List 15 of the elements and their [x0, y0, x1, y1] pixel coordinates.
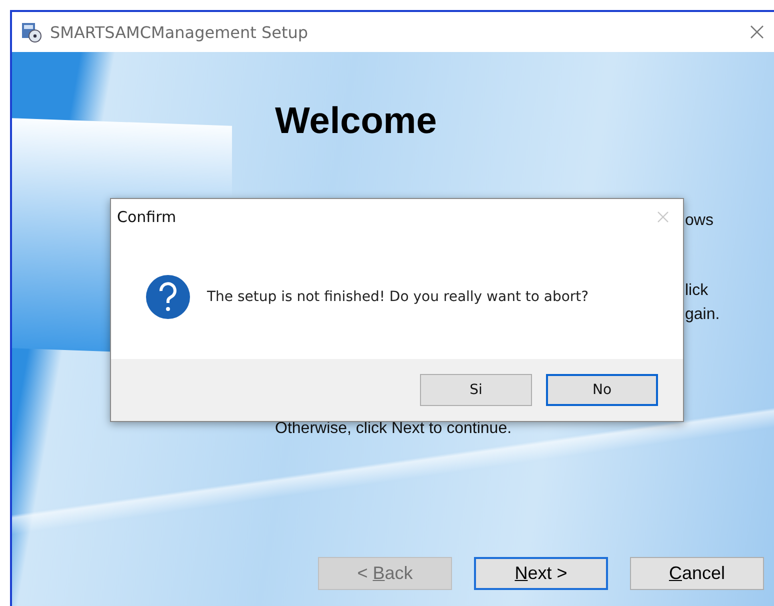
partly-hidden-text: ows	[685, 212, 714, 230]
dialog-button[interactable]: No	[546, 374, 658, 406]
window-title: SMARTSAMCManagement Setup	[50, 22, 310, 42]
installer-icon	[20, 21, 42, 43]
partly-hidden-text: lick	[685, 282, 710, 300]
dialog-message: The setup is not finished! Do you really want to abort?	[207, 289, 589, 305]
welcome-heading: Welcome	[275, 100, 438, 142]
wizard-button[interactable]: Cancel	[630, 557, 764, 590]
wizard-button[interactable]: Next >	[474, 557, 608, 590]
question-icon	[145, 274, 191, 320]
dialog-title: Confirm	[117, 208, 178, 226]
instruction-text: Otherwise, click Next to continue.	[275, 420, 512, 438]
partly-hidden-text: gain.	[685, 306, 721, 324]
close-icon[interactable]	[750, 25, 764, 39]
dialog-button[interactable]: Si	[420, 374, 532, 406]
